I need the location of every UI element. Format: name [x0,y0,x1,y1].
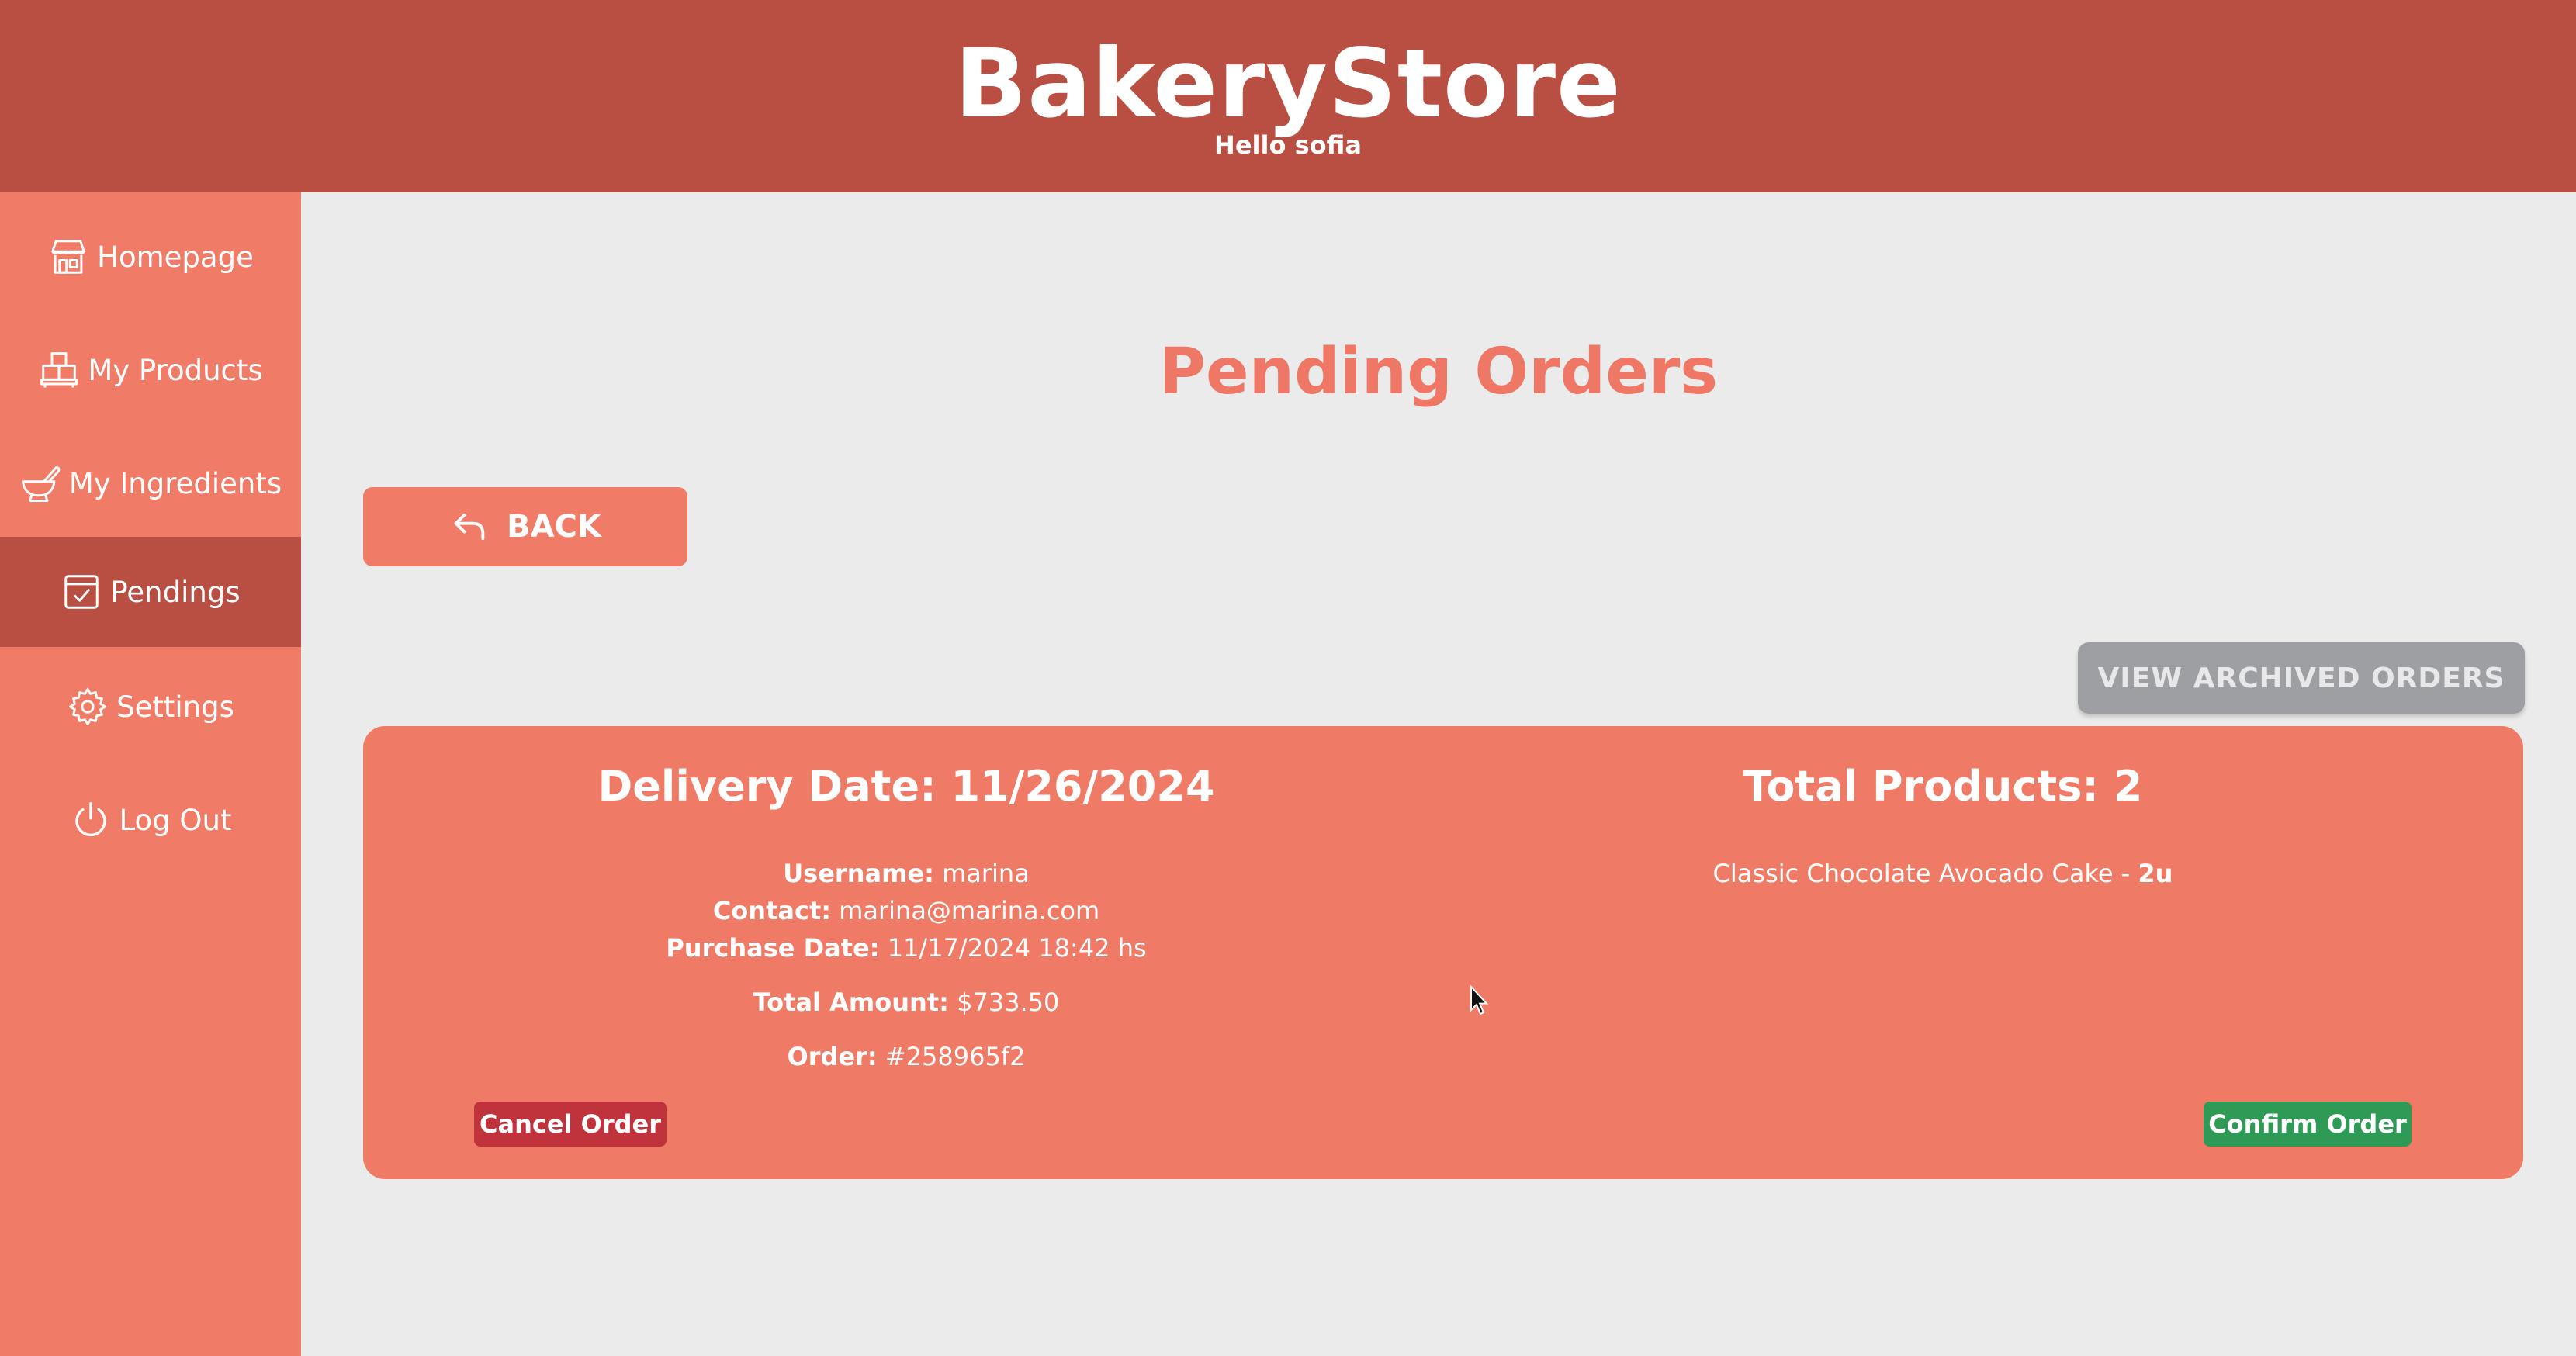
product-quantity: 2u [2138,859,2173,888]
view-archived-orders-button[interactable]: VIEW ARCHIVED ORDERS [2078,642,2525,714]
sidebar-item-my-products[interactable]: My Products [0,315,301,425]
store-icon [51,240,85,274]
product-name: Classic Chocolate Avocado Cake [1712,859,2114,888]
confirm-order-button[interactable]: Confirm Order [2204,1102,2412,1147]
total-amount-value: $733.50 [957,988,1060,1017]
order-id-label: Order: [787,1042,878,1071]
greeting-text: Hello sofia [1214,130,1362,160]
sidebar-item-label: Log Out [119,803,232,837]
order-id-row: Order: #258965f2 [363,1038,1449,1075]
order-card: Delivery Date: 11/26/2024 Username: mari… [363,726,2523,1179]
checkbox-icon [64,575,99,609]
sidebar-item-label: My Ingredients [68,466,282,500]
delivery-date-heading: Delivery Date: 11/26/2024 [597,762,1215,811]
total-amount-row: Total Amount: $733.50 [363,984,1449,1021]
power-icon [74,801,106,837]
purchase-date-label: Purchase Date: [666,933,880,963]
username-value: marina [942,859,1030,888]
sidebar-item-my-ingredients[interactable]: My Ingredients [0,428,301,538]
sidebar-item-label: Settings [116,690,234,724]
total-amount-label: Total Amount: [753,988,949,1017]
contact-row: Contact: marina@marina.com [363,892,1449,929]
product-list-item: Classic Chocolate Avocado Cake - 2u [1434,855,2452,892]
contact-value: marina@marina.com [839,896,1100,925]
cancel-order-button[interactable]: Cancel Order [474,1102,667,1147]
app-header: BakeryStore Hello sofia [0,0,2576,192]
back-button[interactable]: BACK [363,487,687,566]
purchase-date-row: Purchase Date: 11/17/2024 18:42 hs [363,929,1449,967]
sidebar-item-log-out[interactable]: Log Out [0,765,301,875]
purchase-date-value: 11/17/2024 18:42 hs [887,933,1147,963]
sidebar-item-label: Pendings [110,575,241,609]
sidebar-item-pendings[interactable]: Pendings [0,537,301,647]
mortar-bowl-icon [21,466,61,502]
product-separator: - [2113,859,2138,888]
gear-icon [69,688,107,725]
boxes-icon [40,352,78,388]
sidebar-item-settings[interactable]: Settings [0,652,301,762]
username-row: Username: marina [363,855,1449,892]
username-label: Username: [783,859,934,888]
page-title: Pending Orders [1158,335,1719,409]
app-title: BakeryStore [954,29,1622,139]
mouse-cursor-icon [1470,985,1488,1015]
sidebar-item-label: Homepage [97,240,254,274]
back-button-label: BACK [507,509,601,545]
sidebar-item-label: My Products [88,353,263,387]
sidebar-item-homepage[interactable]: Homepage [0,202,301,312]
total-products-heading: Total Products: 2 [1743,762,2143,811]
order-id-value: #258965f2 [885,1042,1026,1071]
back-arrow-icon [454,513,485,541]
sidebar: Homepage My Products My Ingredients Pend… [0,192,301,1356]
contact-label: Contact: [712,896,832,925]
